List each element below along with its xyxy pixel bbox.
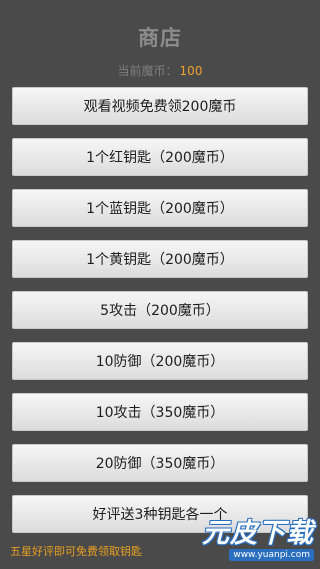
buy-yellow-key-button[interactable]: 1个黄钥匙（200魔币） — [12, 240, 308, 278]
page-title: 商店 — [138, 26, 182, 50]
buy-5-attack-button[interactable]: 5攻击（200魔币） — [12, 291, 308, 329]
watermark-logo: 元皮下载 — [202, 518, 314, 549]
buy-20-defense-button[interactable]: 20防御（350魔币） — [12, 444, 308, 482]
buy-10-attack-button[interactable]: 10攻击（350魔币） — [12, 393, 308, 431]
coin-balance-label: 当前魔币： — [117, 64, 178, 78]
watch-video-button[interactable]: 观看视频免费领200魔币 — [12, 87, 308, 125]
watermark-url: www.yuanpi.com — [229, 549, 314, 561]
footer-hint: 五星好评即可免费领取钥匙 — [10, 545, 142, 558]
site-watermark: 元皮下载 www.yuanpi.com — [196, 519, 314, 565]
shop-item-list: 观看视频免费领200魔币 1个红钥匙（200魔币） 1个蓝钥匙（200魔币） 1… — [12, 87, 308, 546]
coin-balance-value: 100 — [179, 64, 203, 78]
buy-red-key-button[interactable]: 1个红钥匙（200魔币） — [12, 138, 308, 176]
coin-balance: 当前魔币： 100 — [0, 62, 320, 79]
buy-blue-key-button[interactable]: 1个蓝钥匙（200魔币） — [12, 189, 308, 227]
buy-10-defense-button[interactable]: 10防御（200魔币） — [12, 342, 308, 380]
